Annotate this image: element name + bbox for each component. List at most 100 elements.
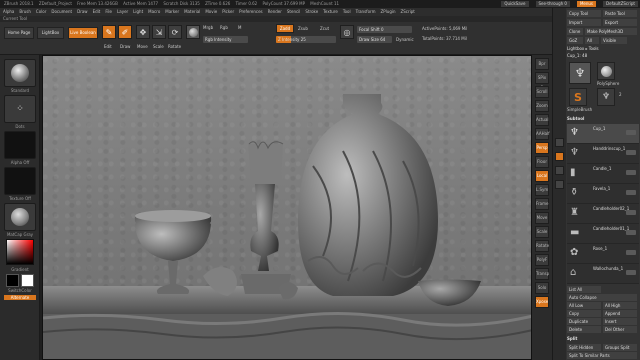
import-button[interactable]: Import bbox=[567, 19, 601, 26]
persp-button[interactable]: Persp bbox=[535, 142, 549, 154]
menu-zplugin[interactable]: ZPlugin bbox=[381, 8, 396, 16]
split-similar-button[interactable]: Split To Similar Parts bbox=[567, 352, 637, 359]
focal-shift-slider[interactable]: Focal Shift 0 bbox=[357, 26, 412, 33]
quicksave-button[interactable]: QuickSave bbox=[501, 1, 529, 7]
rgb-toggle[interactable]: Rgb bbox=[220, 25, 228, 30]
mrgb-toggle[interactable]: Mrgb bbox=[203, 25, 213, 30]
polysphere-tool-thumb[interactable] bbox=[597, 62, 615, 80]
material-swatch[interactable] bbox=[186, 25, 200, 39]
visibility-icon[interactable] bbox=[626, 250, 636, 255]
copy-tool-button[interactable]: Copy Tool bbox=[567, 10, 601, 17]
del-other-button[interactable]: Del Other bbox=[603, 326, 637, 333]
append-button[interactable]: Append bbox=[603, 310, 637, 317]
live-boolean-button[interactable]: Live Boolean bbox=[68, 27, 98, 39]
actual-button[interactable]: Actual bbox=[535, 114, 549, 126]
home-page-button[interactable]: Home Page bbox=[4, 27, 34, 39]
menu-tool[interactable]: Tool bbox=[343, 8, 351, 16]
menu-layer[interactable]: Layer bbox=[117, 8, 128, 16]
draw-button[interactable]: ✐ bbox=[118, 25, 132, 39]
transp-button[interactable]: Transp bbox=[535, 268, 549, 280]
z-intensity-slider[interactable]: Z Intensity 25 bbox=[276, 36, 336, 43]
goz-all-button[interactable]: All bbox=[585, 37, 599, 44]
cup-small-thumb[interactable]: ♆ bbox=[597, 88, 615, 106]
visibility-icon[interactable] bbox=[626, 130, 636, 135]
split-hidden-button[interactable]: Split Hidden bbox=[567, 344, 601, 351]
simplebrush-tool-thumb[interactable]: S bbox=[569, 88, 587, 106]
goz-button[interactable]: GoZ bbox=[567, 37, 583, 44]
dynamic-toggle[interactable]: Dynamic bbox=[396, 37, 414, 42]
subtool-item[interactable]: ⌂ Wallochunda_1 bbox=[567, 264, 639, 284]
goz-visible-button[interactable]: Visible bbox=[601, 37, 627, 44]
lightbox-tools-link[interactable]: Lightbox ▸ Tools bbox=[567, 46, 599, 51]
floor-button[interactable]: Floor bbox=[535, 156, 549, 168]
scale-button[interactable]: ⇲ bbox=[152, 25, 166, 39]
menu-brush[interactable]: Brush bbox=[19, 8, 31, 16]
polyf-button[interactable]: PolyF bbox=[535, 254, 549, 266]
m-toggle[interactable]: M bbox=[238, 25, 241, 30]
stroke-mode-button[interactable]: ◎ bbox=[340, 25, 354, 39]
xpose-button[interactable]: Xpose bbox=[535, 296, 549, 308]
bpr-button[interactable]: Bpr bbox=[535, 58, 549, 70]
zoom-button[interactable]: Zoom bbox=[535, 100, 549, 112]
visibility-icon[interactable] bbox=[626, 190, 636, 195]
export-button[interactable]: Export bbox=[603, 19, 637, 26]
clone-button[interactable]: Clone bbox=[567, 28, 583, 35]
move-view-button[interactable]: Move bbox=[535, 212, 549, 224]
zsub-button[interactable]: Zsub bbox=[298, 26, 308, 31]
copy-subtool-button[interactable]: Copy bbox=[567, 310, 601, 317]
insert-button[interactable]: Insert bbox=[603, 318, 637, 325]
material-selector[interactable] bbox=[4, 203, 36, 231]
scroll-button[interactable]: Scroll bbox=[535, 86, 549, 98]
menu-movie[interactable]: Movie bbox=[205, 8, 217, 16]
menu-stroke[interactable]: Stroke bbox=[305, 8, 318, 16]
rgb-intensity-slider[interactable]: Rgb Intensity bbox=[203, 36, 248, 43]
menu-material[interactable]: Material bbox=[184, 8, 200, 16]
subtool-nav-active[interactable] bbox=[555, 152, 564, 161]
menu-zscript[interactable]: ZScript bbox=[401, 8, 415, 16]
menu-texture[interactable]: Texture bbox=[323, 8, 338, 16]
aahalf-button[interactable]: AAHalf bbox=[535, 128, 550, 140]
split-header[interactable]: Split bbox=[567, 336, 577, 341]
menu-marker[interactable]: Marker bbox=[165, 8, 179, 16]
switch-color-label[interactable]: SwitchColor bbox=[0, 288, 40, 293]
list-all-button[interactable]: List All bbox=[567, 286, 601, 293]
visibility-icon[interactable] bbox=[626, 210, 636, 215]
menu-edit[interactable]: Edit bbox=[93, 8, 101, 16]
menu-light[interactable]: Light bbox=[133, 8, 143, 16]
see-through-slider[interactable]: See-through 0 bbox=[535, 1, 570, 7]
subtool-header[interactable]: Subtool bbox=[567, 116, 584, 121]
zcut-button[interactable]: Zcut bbox=[320, 26, 329, 31]
make-polymesh-button[interactable]: Make PolyMesh3D bbox=[585, 28, 637, 35]
menu-document[interactable]: Document bbox=[51, 8, 72, 16]
scale-view-button[interactable]: Scale bbox=[535, 226, 549, 238]
document-viewport[interactable] bbox=[42, 55, 532, 360]
local-button[interactable]: Local bbox=[535, 170, 549, 182]
default-zscript-button[interactable]: DefaultZScript bbox=[603, 1, 638, 7]
secondary-color-swatch[interactable] bbox=[21, 274, 34, 287]
visibility-icon[interactable] bbox=[626, 230, 636, 235]
alpha-selector[interactable] bbox=[4, 131, 36, 159]
paste-tool-button[interactable]: Paste Tool bbox=[603, 10, 637, 17]
edit-button[interactable]: ✎ bbox=[102, 25, 116, 39]
subtool-nav-up[interactable] bbox=[555, 138, 564, 147]
menu-picker[interactable]: Picker bbox=[222, 8, 234, 16]
subtool-item[interactable]: ▮ Candle_1 bbox=[567, 164, 639, 184]
menu-transform[interactable]: Transform bbox=[356, 8, 376, 16]
subtool-item[interactable]: ♆ Cup_1 bbox=[567, 124, 639, 144]
visibility-icon[interactable] bbox=[626, 270, 636, 275]
menu-alpha[interactable]: Alpha bbox=[3, 8, 14, 16]
subtool-item[interactable]: ✿ Rose_1 bbox=[567, 244, 639, 264]
menu-draw[interactable]: Draw bbox=[77, 8, 87, 16]
menu-color[interactable]: Color bbox=[36, 8, 46, 16]
auto-collapse-button[interactable]: Auto Collapse bbox=[567, 294, 637, 301]
subtool-item[interactable]: ⚱ Favela_1 bbox=[567, 184, 639, 204]
rotate-button[interactable]: ⟳ bbox=[168, 25, 182, 39]
duplicate-button[interactable]: Duplicate bbox=[567, 318, 601, 325]
primary-color-swatch[interactable] bbox=[6, 274, 19, 287]
menu-file[interactable]: File bbox=[105, 8, 112, 16]
draw-size-slider[interactable]: Draw Size 64 bbox=[357, 36, 392, 43]
zadd-button[interactable]: Zadd bbox=[276, 24, 294, 33]
stroke-selector[interactable]: ⁘ bbox=[4, 95, 36, 123]
subtool-item[interactable]: ♜ Candleholder02_1 bbox=[567, 204, 639, 224]
alternate-button[interactable]: Alternate bbox=[4, 295, 36, 300]
